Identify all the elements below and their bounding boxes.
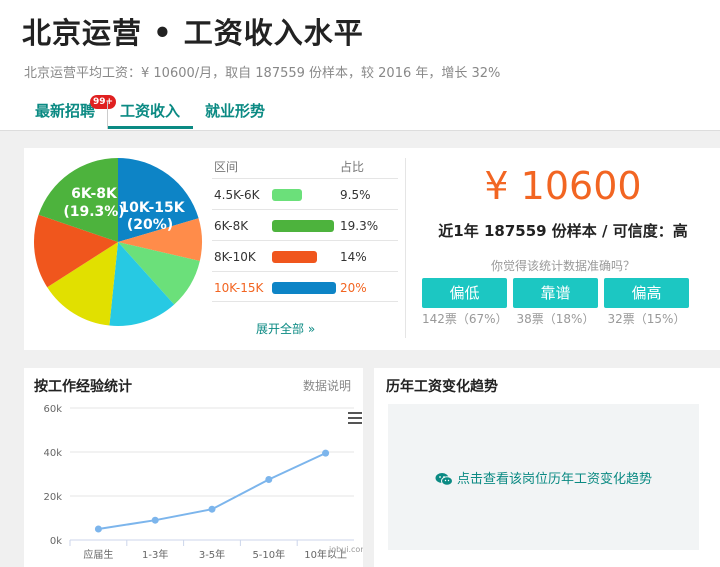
ratio-bar bbox=[272, 220, 334, 232]
chart-watermark: jobui.com bbox=[328, 545, 363, 554]
page-title: 北京运营 • 工资收入水平 bbox=[22, 16, 364, 50]
range-label: 4.5K-6K bbox=[214, 188, 260, 202]
vote-high-count: 32票（15%） bbox=[607, 312, 686, 326]
pie-label-6k-8k-pct: (19.3%) bbox=[63, 204, 124, 220]
page-header: 北京运营 • 工资收入水平 北京运营平均工资：¥ 10600/月，取自 1875… bbox=[0, 0, 720, 131]
ratio-value: 20% bbox=[340, 281, 367, 295]
data-point[interactable] bbox=[151, 516, 159, 524]
y-tick-label: 0k bbox=[50, 536, 62, 547]
x-tick-label: 3-5年 bbox=[199, 548, 225, 561]
trend-link[interactable]: 点击查看该岗位历年工资变化趋势 bbox=[388, 468, 699, 487]
y-tick-label: 40k bbox=[43, 448, 62, 459]
ratio-value: 19.3% bbox=[340, 219, 379, 233]
notification-badge: 99+ bbox=[90, 95, 117, 109]
experience-line-chart: 0k20k40k60k 应届生 1-3年 3-5年 5-10年 10年以上 jobui.… bbox=[43, 404, 363, 561]
ratio-bar bbox=[272, 282, 336, 294]
tab-latest-jobs[interactable]: 最新招聘 bbox=[35, 100, 95, 121]
x-tick-label: 应届生 bbox=[83, 548, 113, 561]
salary-pie-chart: 6K-8K (19.3%) 10K-15K (20%) bbox=[34, 158, 203, 326]
data-point[interactable] bbox=[265, 476, 273, 483]
data-point[interactable] bbox=[322, 449, 330, 457]
page-subtitle: 北京运营平均工资：¥ 10600/月，取自 187559 份样本，较 2016 … bbox=[24, 66, 501, 81]
x-tick-label: 1-3年 bbox=[142, 548, 168, 561]
ratio-value: 14% bbox=[340, 250, 367, 264]
table-row: 8K-10K 14% bbox=[212, 240, 398, 271]
vote-low-button[interactable]: 偏低 bbox=[422, 278, 507, 308]
salary-overview-card: 6K-8K (19.3%) 10K-15K (20%) 区间 占比 4.5K-6… bbox=[24, 148, 720, 350]
tab-separator bbox=[107, 101, 108, 129]
series-line bbox=[98, 452, 327, 530]
vote-reliable-button[interactable]: 靠谱 bbox=[513, 278, 598, 308]
table-row: 10K-15K 20% bbox=[212, 271, 398, 302]
col-ratio-header: 占比 bbox=[340, 160, 365, 174]
pie-label-10k-15k: 10K-15K bbox=[119, 200, 185, 216]
tab-employment[interactable]: 就业形势 bbox=[205, 100, 265, 121]
data-point[interactable] bbox=[208, 505, 216, 513]
tab-salary[interactable]: 工资收入 bbox=[120, 100, 180, 121]
expand-all-link[interactable]: 展开全部 » bbox=[256, 320, 315, 337]
sample-summary: 近1年 187559 份样本 / 可信度：高 bbox=[438, 222, 688, 240]
y-tick-label: 60k bbox=[43, 404, 62, 415]
accuracy-question: 你觉得该统计数据准确吗？ bbox=[490, 259, 635, 273]
table-row: 4.5K-6K 9.5% bbox=[212, 178, 398, 209]
experience-card: 按工作经验统计 数据说明 0k 20k 40k 60k 应届生 1-3年 3-5年 5-10… bbox=[24, 368, 363, 567]
ratio-bar bbox=[272, 189, 302, 201]
pie-label-10k-15k-pct: (20%) bbox=[127, 217, 173, 233]
vote-low-count: 142票（67%） bbox=[422, 312, 508, 326]
vote-high-button[interactable]: 偏高 bbox=[604, 278, 689, 308]
trend-link-label: 点击查看该岗位历年工资变化趋势 bbox=[456, 472, 652, 487]
trend-title: 历年工资变化趋势 bbox=[386, 379, 498, 395]
pie-label-6k-8k: 6K-8K bbox=[71, 186, 118, 202]
range-label: 10K-15K bbox=[214, 281, 264, 295]
vote-reliable-count: 38票（18%） bbox=[516, 312, 595, 326]
y-tick-label: 20k bbox=[43, 492, 62, 503]
average-salary: ¥ 10600 bbox=[484, 164, 642, 208]
col-range-header: 区间 bbox=[214, 160, 239, 174]
ratio-value: 9.5% bbox=[340, 188, 371, 202]
range-label: 8K-10K bbox=[214, 250, 256, 264]
table-row: 6K-8K 19.3% bbox=[212, 209, 398, 240]
data-point[interactable] bbox=[94, 525, 102, 533]
wechat-icon bbox=[435, 473, 453, 486]
ratio-bar bbox=[272, 251, 317, 263]
trend-card: 历年工资变化趋势 点击查看该岗位历年工资变化趋势 bbox=[374, 368, 720, 567]
trend-placeholder[interactable]: 点击查看该岗位历年工资变化趋势 bbox=[388, 404, 699, 550]
active-tab-indicator bbox=[108, 126, 193, 129]
x-tick-label: 5-10年 bbox=[252, 548, 285, 561]
range-label: 6K-8K bbox=[214, 219, 249, 233]
